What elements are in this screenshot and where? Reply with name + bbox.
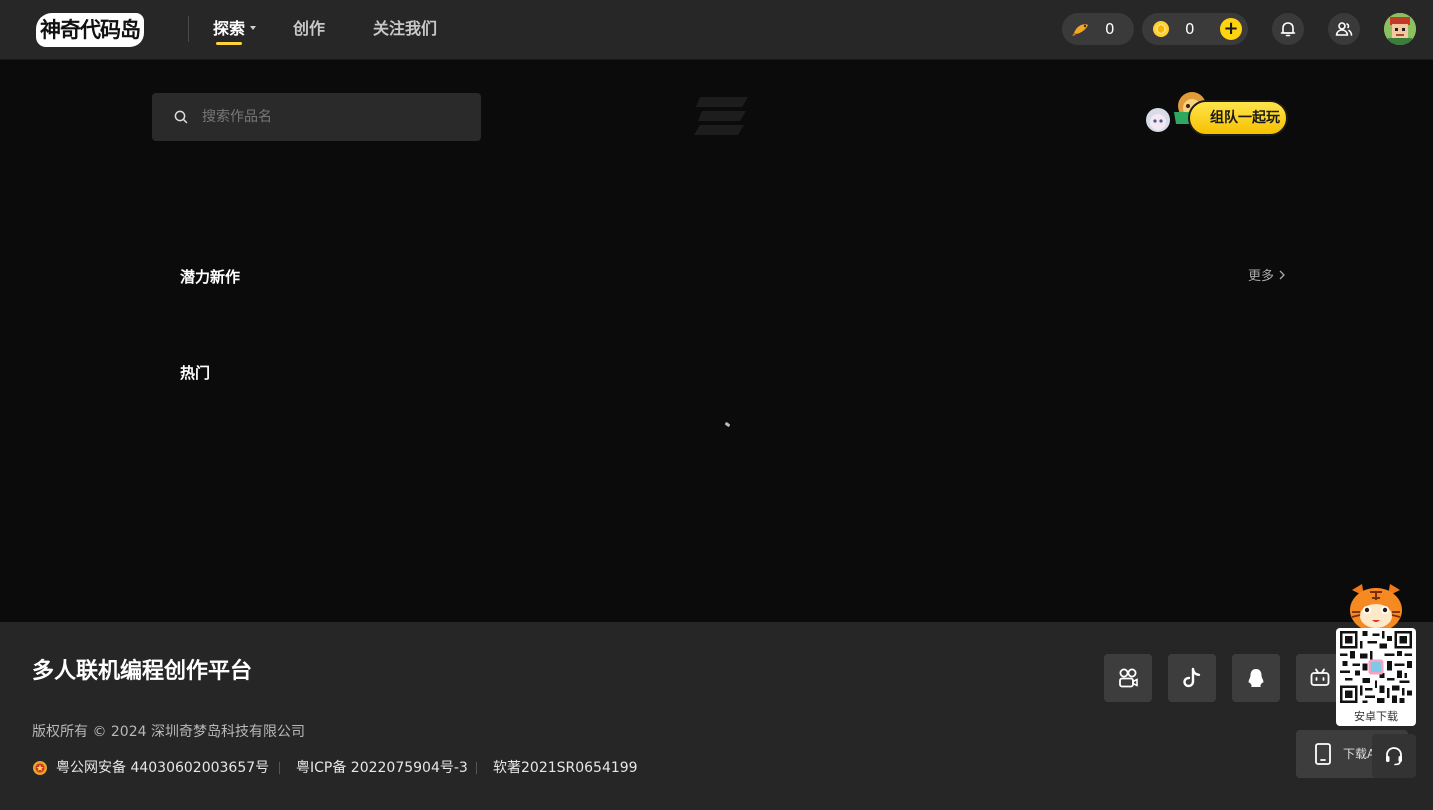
copyright-text: 版权所有 © 2024 深圳奇梦岛科技有限公司 <box>32 724 305 740</box>
qr-code-popover: 安卓下载 <box>1336 628 1416 726</box>
chevron-down-icon[interactable] <box>250 26 256 30</box>
fish-balance[interactable]: 0 <box>1062 13 1134 45</box>
qr-label: 安卓下载 <box>1354 710 1398 723</box>
search-icon <box>174 110 188 124</box>
bilibili-icon <box>1310 668 1330 686</box>
nav-explore[interactable]: 探索 <box>213 18 245 40</box>
douyin-icon <box>1183 667 1201 688</box>
loading-spinner <box>724 421 731 428</box>
police-badge-icon <box>33 761 47 775</box>
chevron-right-icon <box>1279 270 1286 280</box>
header-divider <box>188 16 189 42</box>
coin-count: 0 <box>1185 20 1195 38</box>
section-title-potential-new: 潜力新作 <box>180 268 241 286</box>
fish-icon <box>1072 24 1088 36</box>
logo-text: 神奇代码岛 <box>36 13 144 47</box>
team-up-banner[interactable]: 组队一起玩 <box>1144 84 1290 144</box>
nav-active-indicator <box>216 42 242 45</box>
record-divider <box>476 762 477 774</box>
software-record: 软著2021SR0654199 <box>493 760 638 776</box>
friends-button[interactable] <box>1328 13 1360 45</box>
phone-icon <box>1315 743 1331 765</box>
record-divider <box>279 762 280 774</box>
qq-icon <box>1248 669 1264 687</box>
notification-button[interactable] <box>1272 13 1304 45</box>
footer-title: 多人联机编程创作平台 <box>32 659 253 684</box>
nav-create[interactable]: 创作 <box>293 18 325 40</box>
tiger-mascot-icon <box>1350 584 1402 632</box>
search-box[interactable] <box>152 93 481 141</box>
more-label: 更多 <box>1248 269 1275 284</box>
qr-code-icon <box>1340 631 1412 703</box>
coin-icon <box>1153 21 1169 37</box>
police-record-link[interactable]: 粤公网安备 44030602003657号 <box>56 758 269 778</box>
logo[interactable]: 神奇代码岛 <box>36 13 144 47</box>
add-coin-button[interactable]: + <box>1220 18 1242 40</box>
more-link[interactable]: 更多 <box>1248 268 1286 286</box>
avatar[interactable] <box>1384 13 1416 45</box>
top-header: 神奇代码岛 探索 创作 关注我们 0 0 + <box>0 0 1433 60</box>
page: 神奇代码岛 探索 创作 关注我们 0 0 + 搜索作品名 组队一起玩 潜力新作 … <box>0 0 1433 810</box>
users-icon <box>1335 22 1353 36</box>
fish-count: 0 <box>1105 20 1115 38</box>
nav-follow-us[interactable]: 关注我们 <box>373 18 437 40</box>
bell-icon <box>1280 22 1296 37</box>
team-up-label: 组队一起玩 <box>1210 110 1280 126</box>
search-input[interactable] <box>202 105 462 129</box>
headset-icon <box>1386 747 1402 766</box>
icp-record-link[interactable]: 粤ICP备 2022075904号-3 <box>296 758 468 778</box>
coin-balance[interactable]: 0 + <box>1142 13 1248 45</box>
avatar-image <box>1384 13 1416 45</box>
footer <box>0 622 1433 810</box>
faded-logo-icon <box>694 97 748 135</box>
social-douyin-button[interactable] <box>1168 654 1216 702</box>
kuaishou-icon <box>1119 668 1138 688</box>
customer-service-button[interactable] <box>1372 734 1416 778</box>
social-qq-button[interactable] <box>1232 654 1280 702</box>
section-title-popular: 热门 <box>180 364 211 382</box>
social-kuaishou-button[interactable] <box>1104 654 1152 702</box>
